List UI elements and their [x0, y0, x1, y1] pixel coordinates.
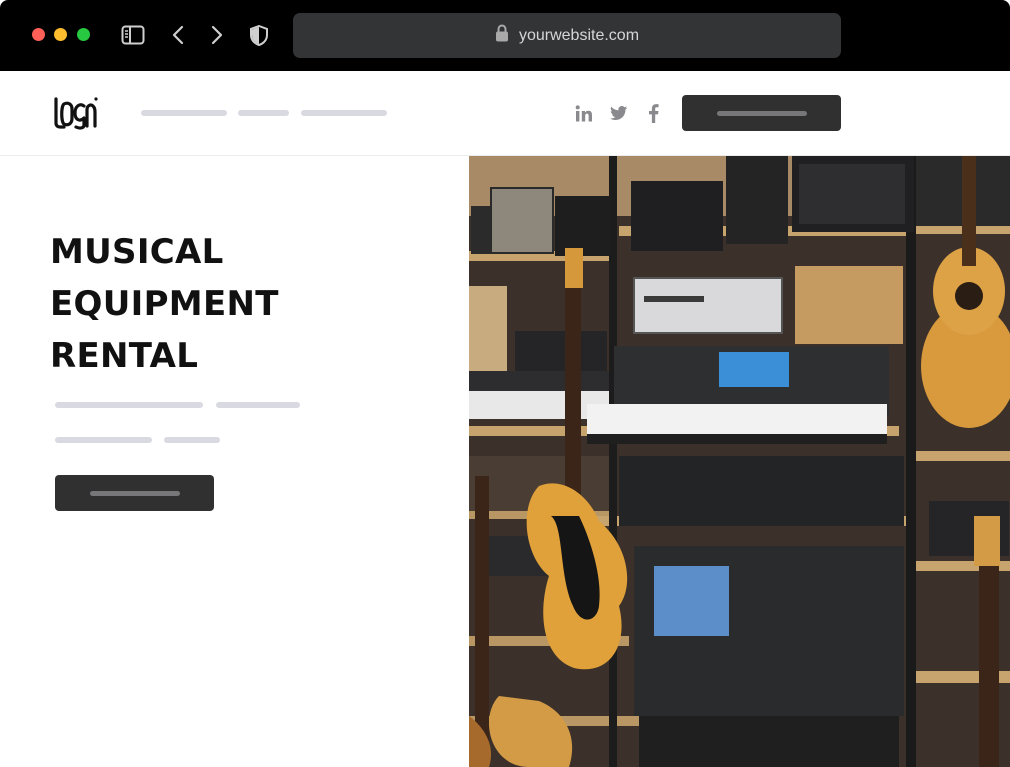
site-header: [0, 71, 1010, 156]
hero-text-line: [55, 402, 203, 408]
hero-title: MUSICAL EQUIPMENT RENTAL: [50, 226, 279, 382]
minimize-window-button[interactable]: [54, 28, 67, 41]
lock-icon: [495, 24, 509, 47]
shield-icon[interactable]: [249, 22, 269, 48]
button-label-placeholder: [89, 490, 180, 496]
hero-text-line: [216, 402, 300, 408]
button-label-placeholder: [716, 110, 807, 116]
musical-equipment-photo: [469, 156, 1010, 767]
hero-title-line-3: RENTAL: [50, 336, 199, 376]
twitter-icon[interactable]: [607, 101, 631, 125]
browser-chrome: yourwebsite.com: [0, 0, 1010, 71]
facebook-icon[interactable]: [641, 101, 665, 125]
hero-text-line: [55, 437, 152, 443]
hero-title-line-2: EQUIPMENT: [50, 284, 279, 324]
back-icon[interactable]: [170, 22, 186, 48]
close-window-button[interactable]: [32, 28, 45, 41]
nav-link-1[interactable]: [141, 110, 227, 116]
maximize-window-button[interactable]: [77, 28, 90, 41]
linkedin-icon[interactable]: [572, 101, 596, 125]
hero-cta-button[interactable]: [55, 475, 214, 511]
hero-title-line-1: MUSICAL: [50, 232, 224, 272]
hero-text-line: [164, 437, 220, 443]
address-bar[interactable]: yourwebsite.com: [293, 13, 841, 58]
nav-link-2[interactable]: [238, 110, 289, 116]
logo[interactable]: [54, 96, 98, 135]
nav-link-3[interactable]: [301, 110, 387, 116]
forward-icon[interactable]: [209, 22, 225, 48]
url-text: yourwebsite.com: [518, 26, 640, 44]
sidebar-icon[interactable]: [120, 22, 146, 48]
header-cta-button[interactable]: [682, 95, 841, 131]
